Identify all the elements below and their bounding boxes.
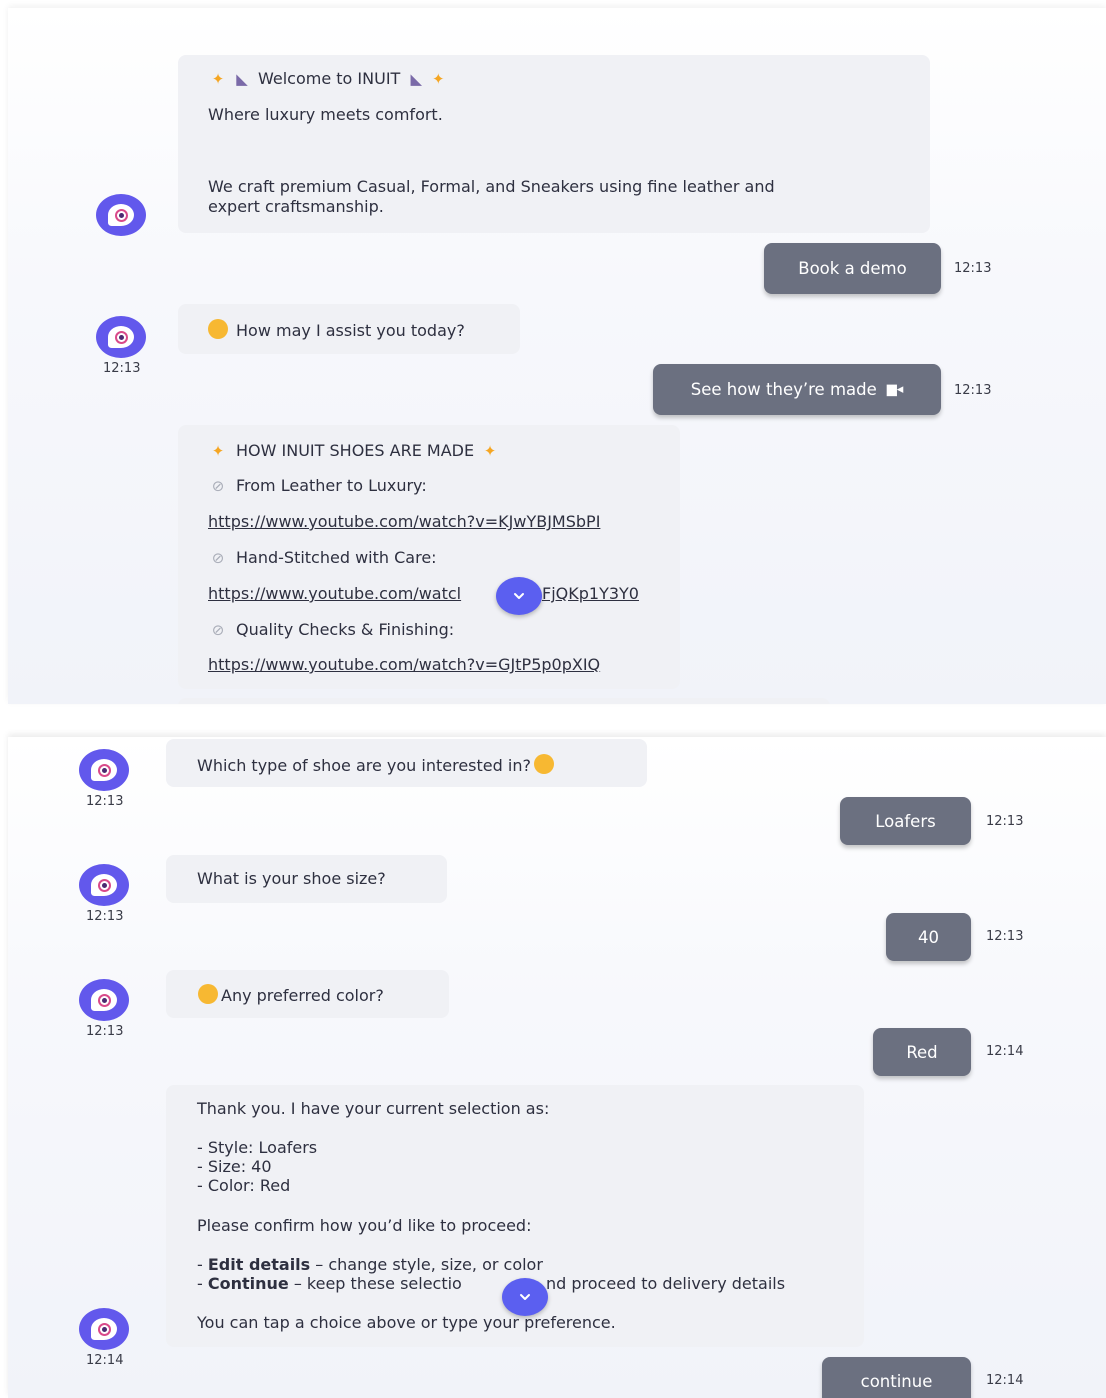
shoe-icon: ◣	[410, 70, 423, 88]
video-link[interactable]: https://www.youtube.com/watch?v=GJtP5p0p…	[208, 655, 600, 675]
welcome-title-row: ✦ ◣ Welcome to INUIT ◣ ✦	[208, 69, 456, 89]
video-link[interactable]: https://www.youtube.com/watcl	[208, 584, 461, 604]
summary-footer: You can tap a choice above or type your …	[197, 1313, 616, 1332]
link-icon: ⊘	[211, 621, 225, 639]
sparkle-icon: ✦	[211, 70, 225, 88]
bot-message-shoe-size: What is your shoe size?	[166, 855, 447, 903]
scroll-down-button[interactable]	[496, 577, 542, 615]
scroll-down-button[interactable]	[502, 1278, 548, 1316]
bot-message-how-made: ✦ HOW INUIT SHOES ARE MADE ✦ ⊘ From Leather…	[178, 425, 680, 689]
chevron-down-icon	[520, 1294, 530, 1300]
video-link[interactable]: FjQKp1Y3Y0	[542, 584, 639, 604]
bot-message-welcome: ✦ ◣ Welcome to INUIT ◣ ✦ Where luxury meets …	[178, 55, 930, 233]
thinking-icon	[198, 984, 218, 1004]
user-message-color[interactable]: Red	[873, 1028, 971, 1076]
summary-color: - Color: Red	[197, 1176, 291, 1195]
how-made-title-row: ✦ HOW INUIT SHOES ARE MADE ✦	[208, 441, 508, 461]
summary-edit-option: - Edit details – change style, size, or …	[197, 1255, 543, 1274]
see-how-label: See how they’re made	[690, 380, 877, 399]
video-item-label: ⊘ Quality Checks & Finishing:	[208, 620, 454, 640]
sparkle-icon: ✦	[432, 70, 445, 88]
user-message-book-demo[interactable]: Book a demo	[764, 243, 941, 294]
bot-avatar-icon	[96, 194, 146, 236]
bot-message-shoe-type: Which type of shoe are you interested in…	[166, 739, 647, 787]
user-message-see-how[interactable]: See how they’re made ▆◂	[653, 364, 941, 415]
welcome-title: Welcome to INUIT	[258, 69, 401, 88]
message-time: 12:14	[86, 1353, 124, 1368]
summary-style: - Style: Loafers	[197, 1138, 318, 1157]
message-time: 12:13	[954, 261, 992, 276]
welcome-body-line1: We craft premium Casual, Formal, and Sne…	[208, 177, 775, 196]
welcome-tagline: Where luxury meets comfort.	[208, 105, 443, 124]
bot-avatar-icon	[79, 864, 129, 906]
summary-continue-option-rest: nd proceed to delivery details	[546, 1274, 786, 1293]
shoe-type-question: Which type of shoe are you interested in…	[197, 756, 531, 775]
summary-size: - Size: 40	[197, 1157, 272, 1176]
bot-avatar-icon	[79, 979, 129, 1021]
welcome-body-line2: expert craftsmanship.	[208, 197, 384, 216]
chevron-down-icon	[514, 593, 524, 599]
bot-message-color: Any preferred color?	[166, 970, 449, 1018]
message-time: 12:14	[986, 1044, 1024, 1059]
bot-avatar-icon	[79, 749, 129, 791]
assist-text: How may I assist you today?	[236, 321, 465, 340]
grin-icon	[533, 754, 554, 774]
summary-intro: Thank you. I have your current selection…	[197, 1099, 550, 1118]
summary-continue-option: - Continue – keep these selectio	[197, 1274, 462, 1293]
summary-confirm: Please confirm how you’d like to proceed…	[197, 1216, 532, 1235]
sparkle-icon: ✦	[211, 442, 225, 460]
message-time: 12:13	[86, 909, 124, 924]
chat-panel-top[interactable]: ✦ ◣ Welcome to INUIT ◣ ✦ Where luxury meets …	[8, 8, 1106, 704]
link-icon: ⊘	[211, 477, 225, 495]
message-time: 12:13	[86, 1024, 124, 1039]
how-made-title: HOW INUIT SHOES ARE MADE	[236, 441, 475, 460]
message-time: 12:13	[986, 814, 1024, 829]
message-time: 12:13	[986, 929, 1024, 944]
video-item-label: ⊘ From Leather to Luxury:	[208, 476, 427, 496]
bot-avatar-icon	[96, 316, 146, 358]
smile-icon	[208, 319, 228, 339]
user-message-size[interactable]: 40	[886, 913, 971, 961]
bot-message-assist: How may I assist you today?	[178, 304, 520, 354]
user-message-continue[interactable]: continue	[822, 1357, 971, 1398]
sparkle-icon: ✦	[483, 442, 497, 460]
camera-icon: ▆◂	[886, 382, 904, 397]
video-link[interactable]: https://www.youtube.com/watch?v=KJwYBJMS…	[208, 512, 600, 532]
message-time: 12:14	[986, 1373, 1024, 1388]
shoe-icon: ◣	[236, 70, 248, 88]
message-time: 12:13	[954, 383, 992, 398]
bot-avatar-icon	[79, 1308, 129, 1350]
message-time: 12:13	[86, 794, 124, 809]
shoe-size-question: What is your shoe size?	[197, 869, 386, 888]
chat-panel-bottom[interactable]: Which type of shoe are you interested in…	[8, 737, 1106, 1398]
link-icon: ⊘	[211, 549, 225, 567]
message-time: 12:13	[103, 361, 141, 376]
video-item-label: ⊘ Hand-Stitched with Care:	[208, 548, 437, 568]
bot-message-partial	[178, 698, 830, 704]
user-message-loafers[interactable]: Loafers	[840, 797, 971, 845]
color-question: Any preferred color?	[221, 986, 384, 1005]
